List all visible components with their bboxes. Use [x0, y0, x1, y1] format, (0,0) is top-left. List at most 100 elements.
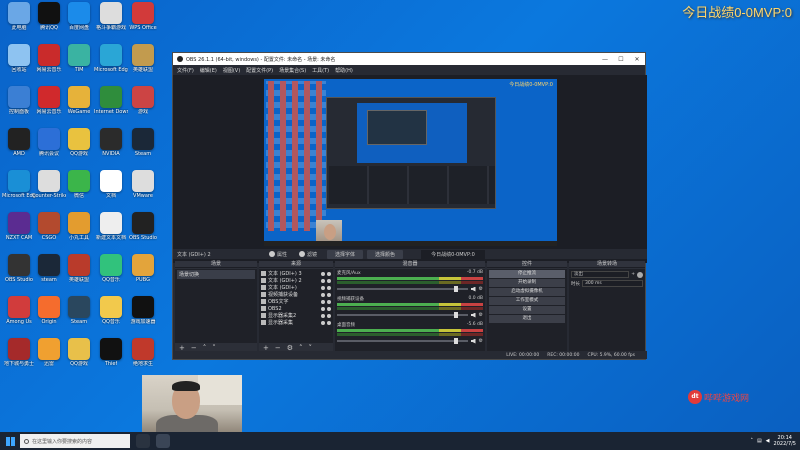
gear-icon[interactable]: ⚙ — [479, 286, 483, 292]
control-button[interactable]: 工作室模式 — [489, 297, 565, 305]
lock-icon[interactable] — [327, 285, 331, 290]
desktop-icon[interactable]: AMD — [4, 128, 34, 157]
source-item[interactable]: OBS文字 — [261, 298, 331, 305]
lock-icon[interactable] — [327, 320, 331, 325]
filters-button[interactable]: 滤镜 — [293, 251, 323, 258]
desktop-icon[interactable]: 地下城与勇士 — [4, 338, 34, 367]
menu-scene-collection[interactable]: 场景集合(S) — [279, 67, 306, 74]
desktop-icon[interactable]: 此电脑 — [4, 2, 34, 31]
visibility-eye-icon[interactable] — [321, 320, 325, 325]
text-source-preview[interactable]: 今日战绩0-0MVP:0 — [421, 249, 485, 259]
minimize-button[interactable]: — — [597, 56, 613, 63]
menu-tools[interactable]: 工具(T) — [312, 67, 329, 74]
tray-chevron-icon[interactable]: ˄ — [750, 438, 753, 444]
transition-select[interactable]: 淡出 — [571, 271, 630, 278]
volume-icon[interactable]: ◀ — [766, 438, 770, 444]
desktop-icon[interactable]: Thief — [96, 338, 126, 367]
gear-icon[interactable]: ⚙ — [479, 312, 483, 318]
desktop-icon[interactable]: 英雄联盟 — [64, 254, 94, 283]
visibility-eye-icon[interactable] — [321, 299, 325, 304]
desktop-icon[interactable]: 英雄联盟 — [128, 44, 158, 73]
desktop-icon[interactable]: 网易云音乐 — [34, 86, 64, 115]
volume-slider[interactable] — [337, 312, 468, 318]
visibility-eye-icon[interactable] — [321, 306, 325, 311]
desktop-icon[interactable]: QQ音乐 — [96, 254, 126, 283]
desktop-icon[interactable]: NZXT CAM — [4, 212, 34, 241]
obs-preview[interactable]: 今日战绩0-0MVP:0 — [173, 75, 647, 263]
speaker-icon[interactable] — [470, 286, 476, 292]
desktop-icon[interactable]: 网易云音乐 — [34, 44, 64, 73]
desktop-icon[interactable]: WeGame — [64, 86, 94, 115]
desktop-icon[interactable]: 文档 — [96, 170, 126, 199]
desktop-icon[interactable]: Internet Download — [94, 86, 128, 115]
visibility-eye-icon[interactable] — [321, 271, 325, 276]
desktop-icon[interactable]: VMware — [128, 170, 158, 199]
volume-slider[interactable] — [337, 286, 468, 292]
obs-title-bar[interactable]: OBS 26.1.1 (64-bit, windows) - 配置文件: 未命名… — [173, 53, 645, 65]
desktop-icon[interactable]: Origin — [34, 296, 64, 325]
lock-icon[interactable] — [327, 313, 331, 318]
desktop-icon[interactable]: QQ音乐 — [96, 296, 126, 325]
control-button[interactable]: 启动虚拟摄像机 — [489, 288, 565, 296]
desktop-icon[interactable]: WPS Office — [128, 2, 158, 31]
add-transition-icon[interactable]: + — [631, 272, 635, 277]
maximize-button[interactable]: ☐ — [613, 56, 629, 63]
volume-slider-knob[interactable] — [453, 338, 458, 344]
desktop-icon[interactable]: Counter-Strike — [32, 170, 66, 199]
desktop-icon[interactable]: 游戏加速器 — [128, 296, 158, 325]
desktop-icon[interactable]: Steam — [64, 296, 94, 325]
visibility-eye-icon[interactable] — [321, 285, 325, 290]
start-button[interactable] — [0, 432, 20, 450]
menu-view[interactable]: 视图(V) — [223, 67, 240, 74]
desktop-icon[interactable]: 游戏 — [128, 86, 158, 115]
properties-button[interactable]: 属性 — [263, 251, 293, 258]
desktop-icon[interactable]: Among Us — [4, 296, 34, 325]
desktop-icon[interactable]: Steam — [128, 128, 158, 157]
desktop-icon[interactable]: 迅雷 — [34, 338, 64, 367]
speaker-icon[interactable] — [470, 338, 476, 344]
menu-profile[interactable]: 配置文件(P) — [246, 67, 273, 74]
menu-help[interactable]: 帮助(H) — [335, 67, 353, 74]
obs-window[interactable]: OBS 26.1.1 (64-bit, windows) - 配置文件: 未命名… — [172, 52, 647, 360]
preview-canvas[interactable]: 今日战绩0-0MVP:0 — [264, 79, 557, 246]
desktop-icon[interactable]: 腾讯会议 — [34, 128, 64, 157]
visibility-eye-icon[interactable] — [321, 278, 325, 283]
lock-icon[interactable] — [327, 306, 331, 311]
source-item[interactable]: 文本 (GDI+) — [261, 284, 331, 291]
taskbar-search[interactable]: 在这里输入你要搜索的内容 — [20, 434, 130, 448]
lock-icon[interactable] — [327, 299, 331, 304]
desktop-icon[interactable]: QQ游戏 — [64, 128, 94, 157]
desktop-icon[interactable]: 绝地求生 — [128, 338, 158, 367]
menu-file[interactable]: 文件(F) — [177, 67, 194, 74]
desktop-icon[interactable]: CSGO — [34, 212, 64, 241]
menu-edit[interactable]: 编辑(E) — [200, 67, 217, 74]
volume-slider-knob[interactable] — [453, 312, 458, 318]
volume-slider[interactable] — [337, 338, 468, 344]
desktop-icon[interactable]: 新建文本文档 — [96, 212, 126, 241]
speaker-icon[interactable] — [470, 312, 476, 318]
control-button[interactable]: 停止推流 — [489, 270, 565, 278]
network-icon[interactable]: ▤ — [757, 438, 762, 444]
source-item[interactable]: 文本 (GDI+) 2 — [261, 277, 331, 284]
lock-icon[interactable] — [327, 278, 331, 283]
desktop-icon[interactable]: 小丸工具 — [64, 212, 94, 241]
desktop-icon[interactable]: 百度网盘 — [64, 2, 94, 31]
control-button[interactable]: 退出 — [489, 315, 565, 323]
obs-taskbar-icon[interactable] — [156, 434, 170, 448]
close-button[interactable]: ✕ — [629, 56, 645, 63]
visibility-eye-icon[interactable] — [321, 292, 325, 297]
desktop-icon[interactable]: OBS Studio — [128, 212, 158, 241]
desktop-icon[interactable]: 腾讯QQ — [34, 2, 64, 31]
desktop-icon[interactable]: 控制面板 — [4, 86, 34, 115]
desktop-icon[interactable]: PUBG — [128, 254, 158, 283]
desktop-icon[interactable]: OBS Studio — [4, 254, 34, 283]
clock[interactable]: 20:14 2022/7/5 — [774, 435, 796, 447]
desktop-icon[interactable]: Microsoft Edge — [2, 170, 36, 199]
select-font-button[interactable]: 选择字体 — [327, 249, 364, 259]
desktop-icon[interactable]: 格斗争霸游戏 — [96, 2, 126, 31]
lock-icon[interactable] — [327, 271, 331, 276]
gear-icon[interactable]: ⚙ — [479, 338, 483, 344]
control-button[interactable]: 设置 — [489, 306, 565, 314]
gear-icon[interactable] — [637, 271, 643, 278]
select-color-button[interactable]: 选择颜色 — [367, 249, 404, 259]
